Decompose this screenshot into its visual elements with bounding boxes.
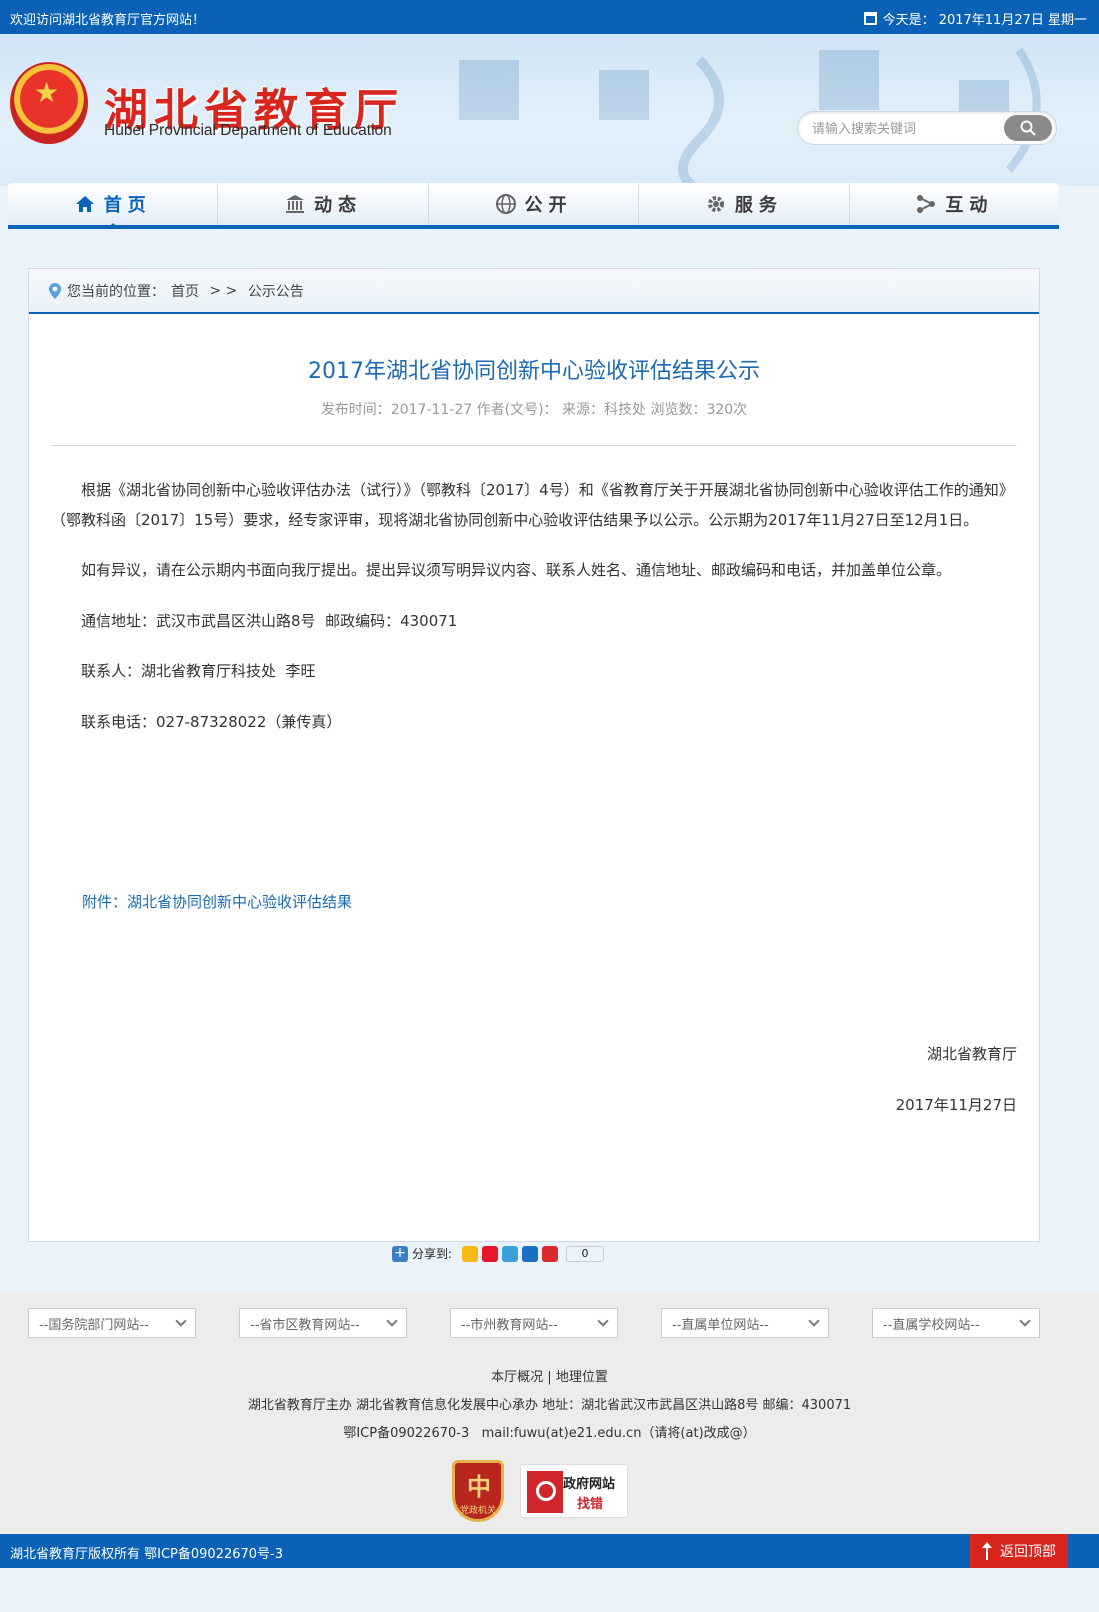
location-link[interactable]: 地理位置	[556, 1370, 608, 1385]
gov-site-error-badge[interactable]: 政府网站 找错	[520, 1464, 628, 1518]
signature-date: 2017年11月27日	[895, 1096, 1017, 1114]
select-affiliated-school[interactable]: --直属学校网站--	[872, 1308, 1040, 1338]
welcome-text: 欢迎访问湖北省教育厅官方网站！	[10, 13, 206, 28]
nav-label: 互动	[945, 195, 994, 216]
nav-item-interact[interactable]: 互动	[850, 183, 1059, 225]
people-icon[interactable]	[542, 1245, 559, 1262]
search-box	[797, 111, 1057, 145]
bottom-bar: 湖北省教育厅版权所有 鄂ICP备09022670号-3 返回顶部	[0, 1534, 1099, 1568]
gear-icon	[707, 196, 724, 212]
breadcrumb-home-link[interactable]: 首页	[171, 281, 199, 301]
date-text: 今天是： 2017年11月27日 星期一	[882, 13, 1087, 28]
select-state-council[interactable]: --国务院部门网站--	[28, 1308, 196, 1338]
nav-label: 动态	[314, 195, 363, 216]
footer-icp: 鄂ICP备09022670-3 mail:fuwu(at)e21.edu.cn（…	[343, 1426, 756, 1441]
building-icon	[286, 195, 305, 213]
nav-label: 公开	[524, 195, 573, 216]
chevron-down-icon	[175, 1315, 187, 1327]
badge-line2: 找错	[577, 1497, 604, 1512]
search-button[interactable]	[1004, 115, 1052, 141]
article-container: 您当前的位置： 首页 > > 公示公告 2017年湖北省协同创新中心验收评估结果公…	[28, 268, 1040, 1242]
select-province-edu[interactable]: --省市区教育网站--	[239, 1308, 407, 1338]
search-icon	[1020, 120, 1036, 136]
share-count: 0	[566, 1245, 605, 1262]
paragraph: 联系电话：027-87328022（兼传真）	[81, 712, 342, 731]
select-value: --直属单位网站--	[672, 1317, 769, 1333]
arrow-up-icon	[982, 1542, 992, 1560]
share-label: 分享到:	[412, 1247, 453, 1261]
magnifier-icon	[527, 1471, 563, 1513]
date-display: 今天是： 2017年11月27日 星期一	[863, 9, 1087, 28]
globe-icon	[495, 194, 516, 214]
article-body: 根据《湖北省协同创新中心验收评估办法（试行）》（鄂教科〔2017〕4号）和《省教…	[51, 476, 1017, 737]
badge-text: 党政机关	[459, 1506, 496, 1516]
site-subtitle: Hubei Provincial Department of Education	[104, 122, 392, 139]
about-link[interactable]: 本厅概况	[491, 1370, 543, 1385]
select-affiliated-unit[interactable]: --直属单位网站--	[661, 1308, 829, 1338]
nav-item-news[interactable]: 动态	[218, 183, 429, 225]
chevron-down-icon	[1019, 1315, 1031, 1327]
header-banner: 湖北省教育厅 Hubei Provincial Department of Ed…	[0, 34, 1099, 186]
select-value: --直属学校网站--	[883, 1317, 980, 1333]
search-input[interactable]	[812, 119, 992, 139]
location-pin-icon	[49, 282, 61, 299]
select-city-edu[interactable]: --市州教育网站--	[450, 1308, 618, 1338]
select-value: --省市区教育网站--	[250, 1317, 360, 1333]
back-to-top-button[interactable]: 返回顶部	[970, 1534, 1068, 1568]
plus-icon[interactable]: +	[392, 1245, 408, 1262]
nav-item-public[interactable]: 公开	[429, 183, 640, 225]
footer-info: 湖北省教育厅主办 湖北省教育信息化发展中心承办 地址：湖北省武汉市武昌区洪山路8…	[247, 1398, 852, 1413]
breadcrumb-current-link[interactable]: 公示公告	[248, 281, 304, 301]
calendar-icon	[863, 12, 877, 25]
party-government-badge[interactable]: 党政机关	[452, 1460, 504, 1522]
breadcrumb: 您当前的位置： 首页 > > 公示公告	[29, 269, 1039, 314]
share-nodes-icon	[917, 195, 936, 213]
footer-link-separator: |	[547, 1370, 552, 1385]
chevron-down-icon	[386, 1315, 398, 1327]
website-selects: --国务院部门网站-- --省市区教育网站-- --市州教育网站-- --直属单…	[28, 1308, 1040, 1338]
home-icon	[75, 196, 94, 212]
select-value: --市州教育网站--	[461, 1317, 558, 1333]
paragraph: 通信地址：武汉市武昌区洪山路8号 邮政编码：430071	[81, 611, 458, 630]
select-value: --国务院部门网站--	[39, 1317, 149, 1333]
weibo-icon[interactable]	[482, 1245, 499, 1262]
main-nav: 首页 动态 公开 服务 互动	[8, 183, 1059, 229]
top-bar: 欢迎访问湖北省教育厅官方网站！ 今天是： 2017年11月27日 星期一	[0, 0, 1099, 34]
share-bar: + 分享到: 0	[392, 1245, 605, 1262]
article-meta: 发布时间：2017-11-27 作者(文号)： 来源：科技处 浏览数：320次	[320, 402, 748, 418]
badge-line1: 政府网站	[563, 1477, 616, 1492]
renren-icon[interactable]	[522, 1245, 539, 1262]
breadcrumb-separator: > >	[205, 282, 242, 299]
nav-item-home[interactable]: 首页	[8, 183, 219, 229]
back-to-top-label: 返回顶部	[1000, 1544, 1056, 1560]
nav-label: 服务	[734, 195, 783, 216]
chevron-down-icon	[597, 1315, 609, 1327]
signature: 湖北省教育厅	[926, 1045, 1017, 1063]
national-emblem-logo[interactable]	[10, 62, 88, 144]
paragraph: 联系人：湖北省教育厅科技处 李旺	[81, 662, 316, 680]
nav-item-service[interactable]: 服务	[639, 183, 850, 225]
footer-links: 本厅概况 | 地理位置	[0, 1366, 1099, 1385]
divider	[51, 445, 1017, 446]
paragraph: 如有异议，请在公示期内书面向我厅提出。提出异议须写明异议内容、联系人姓名、通信地…	[81, 561, 952, 579]
paragraph: 根据《湖北省协同创新中心验收评估办法（试行）》（鄂教科〔2017〕4号）和《省教…	[51, 481, 1014, 529]
tencent-icon[interactable]	[502, 1245, 519, 1262]
chevron-down-icon	[808, 1315, 820, 1327]
qzone-icon[interactable]	[462, 1245, 479, 1262]
attachment-link[interactable]: 附件：湖北省协同创新中心验收评估结果	[82, 891, 352, 912]
footer: --国务院部门网站-- --省市区教育网站-- --市州教育网站-- --直属单…	[0, 1292, 1099, 1534]
article-title: 2017年湖北省协同创新中心验收评估结果公示	[308, 359, 760, 384]
copyright-text: 湖北省教育厅版权所有 鄂ICP备09022670号-3	[10, 1547, 284, 1562]
nav-label: 首页	[103, 195, 152, 216]
breadcrumb-prefix: 您当前的位置：	[67, 283, 165, 300]
